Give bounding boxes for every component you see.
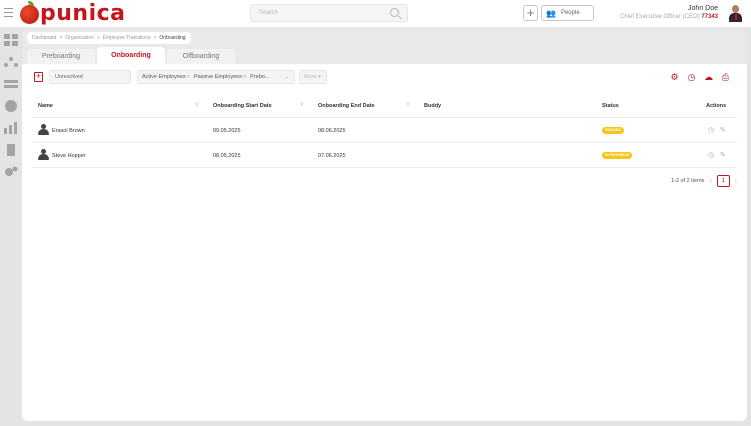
search-placeholder: Search: [259, 10, 279, 16]
people-button[interactable]: 👥 People: [541, 5, 594, 21]
user-role-title: Chief Executive Officer (CEO): [620, 14, 700, 20]
clock-icon[interactable]: [4, 100, 18, 112]
settings-gear-icon[interactable]: ⚙: [669, 72, 680, 83]
search-icon[interactable]: [390, 8, 399, 17]
logo[interactable]: punica: [20, 0, 126, 26]
breadcrumb-separator: >: [153, 35, 157, 41]
onboarding-table: Name ⚲ Onboarding Start Date ⇕ Onboardin…: [32, 94, 737, 168]
tab-bar: Preboarding Onboarding Offboarding: [27, 47, 235, 64]
history-icon[interactable]: ◷: [686, 72, 697, 83]
more-filter-dropdown[interactable]: More ▾: [299, 70, 327, 84]
employee-type-filter[interactable]: Active Employees× Passive Employees× Pre…: [137, 70, 295, 84]
breadcrumb-dashboard[interactable]: Dashboard: [32, 35, 56, 41]
reports-icon[interactable]: [4, 122, 18, 134]
apple-logo-icon: [20, 0, 39, 24]
user-name: John Doe: [688, 5, 718, 12]
column-start-date[interactable]: Onboarding Start Date: [213, 103, 272, 109]
column-buddy[interactable]: Buddy: [424, 103, 441, 109]
person-icon: [38, 149, 49, 160]
brand-name: punica: [40, 1, 126, 26]
filter-tag[interactable]: Passive Employees×: [193, 74, 247, 80]
breadcrumb-organisation[interactable]: Organisation: [65, 35, 93, 41]
edit-icon[interactable]: ✎: [720, 151, 726, 159]
page-1-button[interactable]: 1: [716, 175, 730, 187]
settings-icon[interactable]: [4, 166, 18, 178]
status-filter[interactable]: Unresolved: [49, 70, 131, 84]
print-icon[interactable]: ⎙: [720, 72, 731, 83]
app-window: punica Search + 👥 People John Doe Chief …: [0, 0, 751, 426]
pagination: 1-2 of 2 items ‹ 1 ›: [671, 175, 737, 187]
breadcrumb-onboarding: Onboarding: [159, 35, 186, 41]
tab-onboarding[interactable]: Onboarding: [97, 47, 165, 64]
history-icon[interactable]: ◷: [708, 126, 714, 134]
breadcrumb: Dashboard > Organisation > Employee Tran…: [27, 32, 191, 44]
filter-tag[interactable]: Active Employees×: [141, 74, 191, 80]
add-onboarding-button[interactable]: +: [34, 72, 43, 82]
column-status[interactable]: Status: [602, 103, 619, 109]
column-end-date[interactable]: Onboarding End Date: [318, 103, 375, 109]
table-row[interactable]: Erasol Brown 09.05.2025 08.06.2025 PENDI…: [32, 118, 737, 143]
organisation-icon[interactable]: [4, 56, 18, 68]
history-icon[interactable]: ◷: [708, 151, 714, 159]
transitions-icon[interactable]: [4, 78, 18, 90]
status-badge: PENDING: [602, 127, 624, 134]
next-page-button[interactable]: ›: [735, 178, 737, 185]
documents-icon[interactable]: [4, 144, 18, 156]
more-label: More: [304, 74, 317, 80]
pagination-info: 1-2 of 2 items: [670, 178, 705, 184]
table-header: Name ⚲ Onboarding Start Date ⇕ Onboardin…: [32, 94, 737, 118]
prev-page-button[interactable]: ‹: [709, 178, 711, 185]
employee-name[interactable]: Steve Hopper: [52, 153, 86, 159]
menu-icon[interactable]: [4, 8, 13, 17]
person-icon: [38, 124, 49, 135]
main-panel: Dashboard > Organisation > Employee Tran…: [22, 30, 747, 421]
toolbar: + Unresolved Active Employees× Passive E…: [22, 64, 747, 94]
start-date: 08.05.2025: [213, 153, 241, 159]
filter-tag[interactable]: Prebo...: [249, 74, 270, 80]
filter-search-icon[interactable]: ⚲: [195, 102, 199, 108]
search-input[interactable]: Search: [250, 4, 408, 22]
quick-add-button[interactable]: +: [523, 5, 538, 21]
start-date: 09.05.2025: [213, 128, 241, 134]
breadcrumb-separator: >: [59, 35, 63, 41]
sort-icon[interactable]: ⇕: [406, 102, 410, 108]
user-role: Chief Executive Officer (CEO) 77343: [620, 14, 718, 20]
remove-tag-icon: ×: [242, 74, 247, 80]
side-nav: [0, 28, 22, 426]
tab-preboarding[interactable]: Preboarding: [27, 49, 95, 64]
dashboard-icon[interactable]: [4, 34, 18, 46]
chevron-down-icon[interactable]: ⌄: [285, 74, 289, 80]
people-label: People: [560, 10, 580, 16]
top-bar: punica Search + 👥 People John Doe Chief …: [0, 0, 751, 28]
chevron-down-icon: ▾: [318, 74, 321, 80]
end-date: 07.06.2025: [318, 153, 346, 159]
employee-name[interactable]: Erasol Brown: [52, 128, 85, 134]
tab-offboarding[interactable]: Offboarding: [167, 49, 235, 64]
edit-icon[interactable]: ✎: [720, 126, 726, 134]
sort-icon[interactable]: ⇕: [300, 102, 304, 108]
table-row[interactable]: Steve Hopper 08.05.2025 07.06.2025 IN PR…: [32, 143, 737, 168]
breadcrumb-employee-transitions[interactable]: Employee Transitions: [103, 35, 151, 41]
column-name[interactable]: Name: [38, 103, 53, 109]
breadcrumb-separator: >: [96, 35, 100, 41]
remove-tag-icon: ×: [186, 74, 190, 80]
column-actions: Actions: [706, 103, 727, 109]
avatar[interactable]: [727, 4, 744, 23]
user-id: 77343: [701, 14, 718, 20]
end-date: 08.06.2025: [318, 128, 346, 134]
cloud-upload-icon[interactable]: ☁: [703, 72, 714, 83]
status-badge: IN PROGRESS: [602, 152, 633, 159]
people-icon: 👥: [546, 8, 556, 18]
